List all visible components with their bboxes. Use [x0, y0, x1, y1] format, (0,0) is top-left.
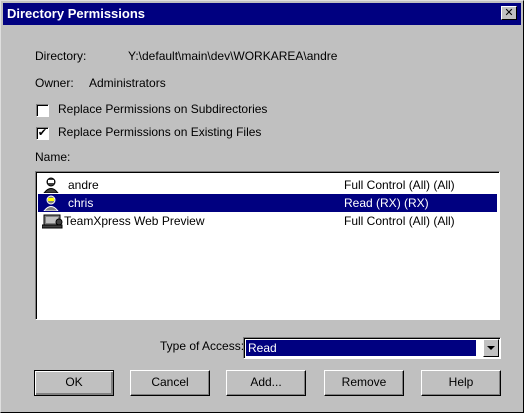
type-of-access-value: Read	[246, 340, 476, 356]
user-icon	[43, 195, 59, 211]
close-button[interactable]: ✕	[501, 6, 517, 20]
remove-button[interactable]: Remove	[324, 370, 404, 396]
name-list-label: Name:	[35, 150, 71, 164]
list-item[interactable]: chris Read (RX) (RX)	[38, 194, 497, 212]
permissions-list[interactable]: andre Full Control (All) (All) chris Rea…	[35, 171, 500, 320]
owner-value: Administrators	[89, 76, 166, 90]
access-level: Full Control (All) (All)	[344, 178, 455, 192]
user-name: chris	[68, 196, 94, 210]
directory-label: Directory:	[35, 49, 87, 63]
cancel-button[interactable]: Cancel	[130, 370, 210, 396]
directory-value: Y:\default\main\dev\WORKAREA\andre	[128, 49, 338, 63]
access-level: Full Control (All) (All)	[344, 214, 455, 228]
replace-existing-files-checkbox[interactable]: ✔	[36, 127, 49, 140]
chevron-down-icon[interactable]	[483, 339, 499, 357]
add-button[interactable]: Add...	[226, 370, 306, 396]
type-of-access-label: Type of Access:	[160, 339, 245, 353]
user-icon	[43, 177, 59, 193]
replace-existing-files-label[interactable]: Replace Permissions on Existing Files	[58, 125, 261, 139]
help-button[interactable]: Help	[421, 370, 501, 396]
user-name: andre	[68, 178, 99, 192]
access-level: Read (RX) (RX)	[344, 196, 429, 210]
ok-button[interactable]: OK	[34, 370, 114, 396]
directory-permissions-dialog: Directory Permissions ✕ Directory: Y:\de…	[0, 0, 524, 413]
user-name: TeamXpress Web Preview	[64, 214, 205, 228]
title-bar[interactable]: Directory Permissions ✕	[3, 3, 521, 25]
list-item[interactable]: andre Full Control (All) (All)	[38, 176, 497, 194]
owner-label: Owner:	[35, 76, 74, 90]
window-title: Directory Permissions	[7, 6, 146, 21]
group-icon	[42, 214, 63, 229]
type-of-access-select[interactable]: Read	[243, 337, 501, 359]
replace-subdirectories-checkbox[interactable]	[36, 104, 49, 117]
replace-subdirectories-label[interactable]: Replace Permissions on Subdirectories	[58, 102, 267, 116]
list-item[interactable]: TeamXpress Web Preview Full Control (All…	[38, 212, 497, 230]
